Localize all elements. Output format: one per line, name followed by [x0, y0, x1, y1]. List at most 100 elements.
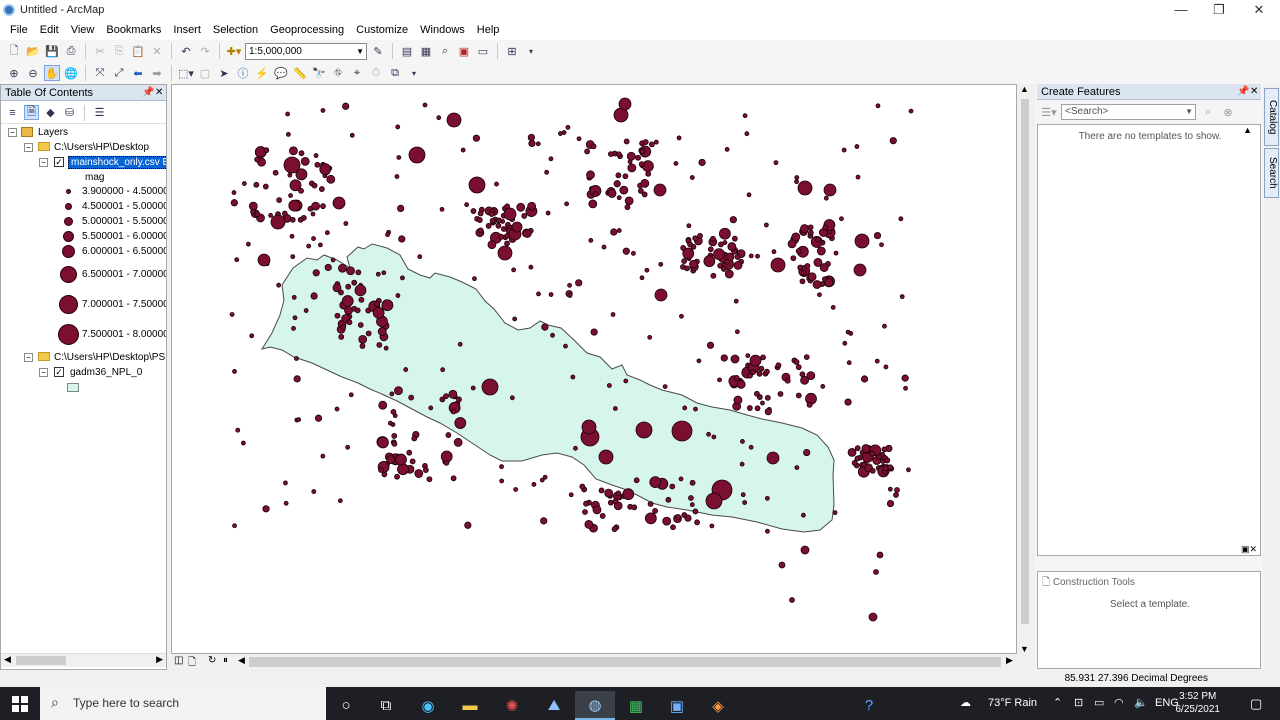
table-of-contents-icon[interactable]: ▤ — [399, 43, 415, 59]
catalog-tab[interactable]: Catalog — [1264, 88, 1279, 146]
file-explorer-icon[interactable]: ▬ — [450, 691, 490, 720]
scroll-left-icon[interactable]: ◀ — [238, 655, 245, 666]
collapse-icon[interactable]: − — [39, 158, 48, 167]
list-by-visibility-icon[interactable]: ◆ — [43, 105, 58, 120]
edge-browser-icon[interactable]: ◉ — [408, 691, 448, 720]
spreadsheet-icon[interactable]: ▦ — [616, 691, 656, 720]
scroll-right-icon[interactable]: ▶ — [156, 654, 163, 665]
map-view[interactable] — [171, 84, 1017, 654]
windows-start-icon[interactable] — [12, 696, 28, 712]
menu-file[interactable]: File — [4, 20, 34, 40]
restore-button[interactable]: ❐ — [1200, 0, 1238, 20]
source-folder-psi[interactable]: C:\Users\HP\Desktop\PSI — [54, 350, 166, 365]
system-clock[interactable]: 3:52 PM 6/25/2021 — [1176, 690, 1221, 716]
options-icon[interactable]: ☰ — [92, 105, 107, 120]
menu-bookmarks[interactable]: Bookmarks — [100, 20, 167, 40]
clear-selection-icon[interactable]: ▢ — [197, 65, 213, 81]
toolbar-options-icon[interactable]: ▾ — [406, 65, 422, 81]
go-to-xy-icon[interactable]: ⌖ — [349, 65, 365, 81]
paste-icon[interactable]: 📋 — [130, 43, 146, 59]
print-icon[interactable]: ⎙ — [63, 43, 79, 59]
layer-mainshock[interactable]: mainshock_only.csv E — [68, 155, 166, 170]
menu-customize[interactable]: Customize — [350, 20, 414, 40]
photos-icon[interactable]: ▣ — [657, 691, 697, 720]
help-icon[interactable]: ? — [849, 691, 889, 720]
pause-drawing-icon[interactable]: ⏸ — [223, 655, 228, 666]
map-vertical-scrollbar[interactable]: ▲ ▼ — [1018, 84, 1032, 654]
zoom-out-icon[interactable]: ⊖ — [25, 65, 41, 81]
minimize-button[interactable]: — — [1162, 0, 1200, 20]
taskbar-search-box[interactable]: ⌕ Type here to search — [40, 687, 326, 720]
menu-help[interactable]: Help — [471, 20, 506, 40]
clear-search-icon[interactable]: ⊗ — [1220, 104, 1236, 120]
menu-selection[interactable]: Selection — [207, 20, 264, 40]
refresh-icon[interactable]: ↻ — [208, 655, 216, 666]
full-extent-icon[interactable]: 🌐 — [63, 65, 79, 81]
select-features-icon[interactable]: ⬚▾ — [178, 65, 194, 81]
editor-toolbar-icon[interactable]: ✎ — [370, 43, 386, 59]
find-icon[interactable]: 🔭 — [311, 65, 327, 81]
volume-icon[interactable]: 🔈 — [1134, 687, 1148, 720]
data-frame-layers[interactable]: Layers — [38, 125, 68, 140]
map-canvas[interactable] — [172, 85, 1018, 655]
collapse-icon[interactable]: − — [8, 128, 17, 137]
organize-templates-icon[interactable]: ☰▾ — [1041, 104, 1057, 120]
wifi-icon[interactable]: ◠ — [1114, 687, 1124, 720]
chevron-down-icon[interactable]: ▼ — [1185, 105, 1193, 119]
close-icon[interactable]: ✕ — [155, 85, 163, 101]
fixed-zoom-out-icon[interactable]: ⤢ — [111, 65, 127, 81]
pin-icon[interactable]: 📌 — [1237, 84, 1249, 100]
redo-icon[interactable]: ↷ — [197, 43, 213, 59]
scrollbar-thumb[interactable] — [1021, 99, 1029, 624]
toc-horizontal-scrollbar[interactable]: ◀ ▶ — [1, 653, 166, 667]
back-extent-icon[interactable]: ⬅ — [130, 65, 146, 81]
arccatalog-icon[interactable]: ⛰ — [534, 691, 574, 720]
list-by-selection-icon[interactable]: ⛁ — [62, 105, 77, 120]
arctoolbox-icon[interactable]: ▣ — [456, 43, 472, 59]
html-popup-icon[interactable]: 💬 — [273, 65, 289, 81]
add-data-icon[interactable]: ✚▾ — [226, 43, 242, 59]
menu-insert[interactable]: Insert — [167, 20, 207, 40]
source-folder-desktop[interactable]: C:\Users\HP\Desktop — [54, 140, 149, 155]
save-icon[interactable]: 💾 — [44, 43, 60, 59]
collapse-icon[interactable]: − — [24, 143, 33, 152]
scroll-down-icon[interactable]: ▼ — [1020, 644, 1029, 654]
menu-view[interactable]: View — [65, 20, 101, 40]
toolbar-options-icon[interactable]: ▾ — [523, 43, 539, 59]
pin-icon[interactable]: 📌 — [142, 85, 154, 101]
arcmap-taskbar-icon[interactable]: ◍ — [575, 691, 615, 720]
layer-visibility-checkbox[interactable]: ✓ — [54, 157, 64, 167]
cortana-icon[interactable]: ○ — [326, 691, 366, 720]
search-tab[interactable]: Search — [1264, 148, 1279, 198]
app-icon[interactable]: ✺ — [492, 691, 532, 720]
weather-icon[interactable]: ☁ — [960, 687, 971, 720]
scrollbar-thumb[interactable] — [249, 657, 1001, 667]
presentation-icon[interactable]: ◈ — [698, 691, 738, 720]
create-viewer-icon[interactable]: ⧉ — [387, 65, 403, 81]
new-document-icon[interactable]: 🗋 — [6, 43, 22, 59]
measure-icon[interactable]: 📏 — [292, 65, 308, 81]
collapse-icon[interactable]: − — [24, 353, 33, 362]
battery-icon[interactable]: ▭ — [1094, 687, 1104, 720]
network-icon[interactable]: ⊡ — [1074, 687, 1083, 720]
list-by-drawing-order-icon[interactable]: ≡ — [5, 105, 20, 120]
copy-icon[interactable]: ⎘ — [111, 43, 127, 59]
menu-windows[interactable]: Windows — [414, 20, 471, 40]
layer-visibility-checkbox[interactable]: ✓ — [54, 367, 64, 377]
list-by-source-icon[interactable]: 🗎 — [24, 105, 39, 120]
scroll-left-icon[interactable]: ◀ — [4, 654, 11, 665]
show-hidden-icons[interactable]: ⌃ — [1053, 687, 1062, 720]
undo-icon[interactable]: ↶ — [178, 43, 194, 59]
template-search-input[interactable]: <Search> ▼ — [1061, 104, 1196, 120]
search-window-icon[interactable]: ⌕ — [437, 43, 453, 59]
fixed-zoom-in-icon[interactable]: ⤧ — [92, 65, 108, 81]
catalog-window-icon[interactable]: ▦ — [418, 43, 434, 59]
scrollbar-thumb[interactable] — [16, 656, 66, 665]
select-elements-icon[interactable]: ➤ — [216, 65, 232, 81]
pan-icon[interactable]: ✋ — [44, 65, 60, 81]
search-icon[interactable]: ⌕ — [1200, 104, 1216, 120]
task-view-icon[interactable]: ⧉ — [366, 691, 406, 720]
python-window-icon[interactable]: ▭ — [475, 43, 491, 59]
close-button[interactable]: ✕ — [1240, 0, 1278, 20]
hyperlink-icon[interactable]: ⚡ — [254, 65, 270, 81]
